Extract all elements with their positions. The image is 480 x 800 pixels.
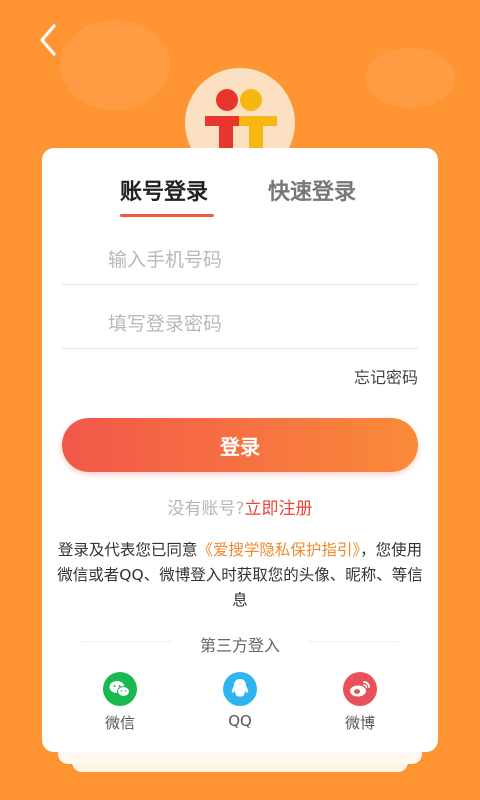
qq-label: QQ (228, 712, 252, 730)
tab-quick-login[interactable]: 快速登录 (268, 174, 356, 206)
chevron-left-icon (40, 24, 56, 56)
weibo-login-button[interactable]: 微博 (325, 672, 395, 733)
register-question: 没有账号? (167, 499, 245, 519)
weibo-icon (343, 672, 377, 706)
agreement-prefix: 登录及代表您已同意 (57, 541, 198, 559)
password-input[interactable] (106, 304, 410, 344)
qq-login-button[interactable]: QQ (205, 672, 275, 730)
weibo-label: 微博 (344, 714, 375, 732)
forgot-password-link[interactable]: 忘记密码 (354, 364, 418, 388)
active-tab-indicator (120, 214, 214, 217)
agreement-text: 登录及代表您已同意《爱搜学隐私保护指引》，您使用微信或者QQ、微博登入时获取您的… (56, 538, 424, 613)
register-link[interactable]: 立即注册 (245, 499, 313, 519)
background-decoration (60, 20, 170, 110)
back-button[interactable] (30, 20, 70, 60)
phone-field (62, 232, 418, 285)
background-decoration (365, 48, 455, 108)
register-prompt: 没有账号?立即注册 (42, 494, 438, 519)
login-button[interactable]: 登录 (62, 418, 418, 472)
privacy-policy-link[interactable]: 《爱搜学隐私保护指引》 (197, 541, 360, 559)
password-field (62, 296, 418, 349)
wechat-label: 微信 (104, 714, 135, 732)
tab-account-login[interactable]: 账号登录 (120, 174, 208, 206)
wechat-login-button[interactable]: 微信 (85, 672, 155, 733)
wechat-icon (103, 672, 137, 706)
phone-input[interactable] (106, 240, 410, 280)
login-card: 账号登录 快速登录 忘记密码 登录 没有账号?立即注册 登录及代表您已同意《爱搜… (42, 148, 438, 752)
qq-icon (223, 672, 257, 706)
third-party-title: 第三方登入 (199, 636, 280, 655)
